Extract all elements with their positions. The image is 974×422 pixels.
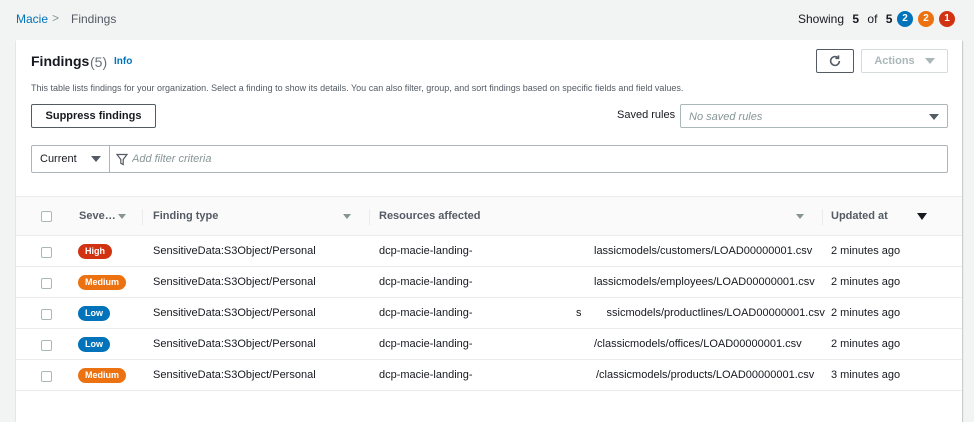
findings-panel: Findings (5) Info This table lists findi… [16,40,962,422]
updated-at: 2 minutes ago [831,276,901,288]
resource-suffix: lassicmodels/employees/LOAD00000001.csv [594,276,815,288]
updated-at: 2 minutes ago [831,307,901,319]
medium-severity-badge: 2 [918,11,934,27]
finding-type: SensitiveData:S3Object/Personal [153,369,316,381]
panel-description: This table lists findings for your organ… [31,83,684,93]
sort-caret-icon[interactable] [796,214,804,219]
column-divider[interactable] [369,209,370,225]
showing-summary: Showing 5 of 5 [798,12,892,26]
header-resources-affected[interactable]: Resources affected [379,210,481,222]
updated-at: 2 minutes ago [831,338,901,350]
updated-at: 2 minutes ago [831,245,901,257]
column-divider[interactable] [142,209,143,225]
resource-prefix: dcp-macie-landing- [379,338,473,350]
resource-prefix: dcp-macie-landing- [379,307,473,319]
row-checkbox[interactable] [41,371,52,382]
finding-type: SensitiveData:S3Object/Personal [153,338,316,350]
severity-badge: Medium [78,368,127,383]
table-row[interactable]: Medium SensitiveData:S3Object/Personal d… [16,267,962,298]
saved-rules-select[interactable]: No saved rules [680,104,948,128]
sort-caret-icon[interactable] [343,214,351,219]
showing-prefix: Showing [798,12,845,26]
caret-down-icon [91,156,101,162]
filter-bar: Current [31,145,948,173]
high-severity-badge: 1 [939,11,955,27]
row-checkbox[interactable] [41,247,52,258]
table-row[interactable]: Medium SensitiveData:S3Object/Personal d… [16,360,962,391]
resource-prefix: dcp-macie-landing- [379,276,473,288]
suppress-findings-button[interactable]: Suppress findings [31,104,156,128]
sort-caret-icon[interactable] [118,214,126,219]
resource-prefix: dcp-macie-landing- [379,369,473,381]
refresh-icon [829,55,841,67]
filter-icon [116,153,128,166]
finding-type: SensitiveData:S3Object/Personal [153,276,316,288]
finding-type: SensitiveData:S3Object/Personal [153,245,316,257]
filter-scope-label: Current [40,153,77,165]
actions-button[interactable]: Actions [861,49,948,73]
table-header: Seve… Finding type Resources affected Up… [16,196,962,236]
row-checkbox[interactable] [41,309,52,320]
saved-rules-placeholder: No saved rules [689,111,763,123]
refresh-button[interactable] [816,49,854,73]
caret-down-icon [924,58,935,64]
severity-badge: Low [78,306,110,321]
filter-scope-select[interactable]: Current [32,146,110,172]
select-all-checkbox[interactable] [41,211,52,222]
header-severity[interactable]: Seve… [79,210,116,222]
showing-of: of [867,12,878,26]
breadcrumb-chevron-icon: > [52,11,60,25]
page-title: Findings [31,53,90,69]
updated-at: 3 minutes ago [831,369,901,381]
resource-prefix: dcp-macie-landing- [379,245,473,257]
severity-badge: High [78,244,112,259]
table-row[interactable]: Low SensitiveData:S3Object/Personal dcp-… [16,298,962,329]
table-row[interactable]: High SensitiveData:S3Object/Personal dcp… [16,236,962,267]
resource-suffix: sic/classicmodels/productlines/LOAD00000… [576,307,825,319]
resource-suffix: /classicmodels/products/LOAD00000001.csv [596,369,815,381]
saved-rules-label: Saved rules [617,109,676,121]
column-divider[interactable] [822,209,823,225]
resource-suffix: /classicmodels/offices/LOAD00000001.csv [594,338,802,350]
table-row[interactable]: Low SensitiveData:S3Object/Personal dcp-… [16,329,962,360]
findings-count: (5) [90,54,108,70]
header-finding-type[interactable]: Finding type [153,210,218,222]
severity-badge: Medium [78,275,127,290]
breadcrumb-macie-link[interactable]: Macie [16,12,48,26]
showing-total: 5 [885,12,893,26]
low-severity-badge: 2 [897,11,913,27]
redaction-mask [582,302,607,324]
filter-criteria-input[interactable] [132,147,932,171]
top-bar: Macie > Findings Showing 5 of 5 2 2 1 [0,0,974,38]
caret-down-icon [929,114,939,120]
severity-badge: Low [78,337,110,352]
header-updated-at[interactable]: Updated at [831,210,888,222]
sort-descending-icon[interactable] [917,213,927,220]
breadcrumb-current: Findings [71,12,117,26]
resource-suffix: lassicmodels/customers/LOAD00000001.csv [594,245,813,257]
row-checkbox[interactable] [41,278,52,289]
info-link[interactable]: Info [114,56,132,67]
row-checkbox[interactable] [41,340,52,351]
showing-count: 5 [852,12,860,26]
actions-label: Actions [874,55,915,67]
finding-type: SensitiveData:S3Object/Personal [153,307,316,319]
